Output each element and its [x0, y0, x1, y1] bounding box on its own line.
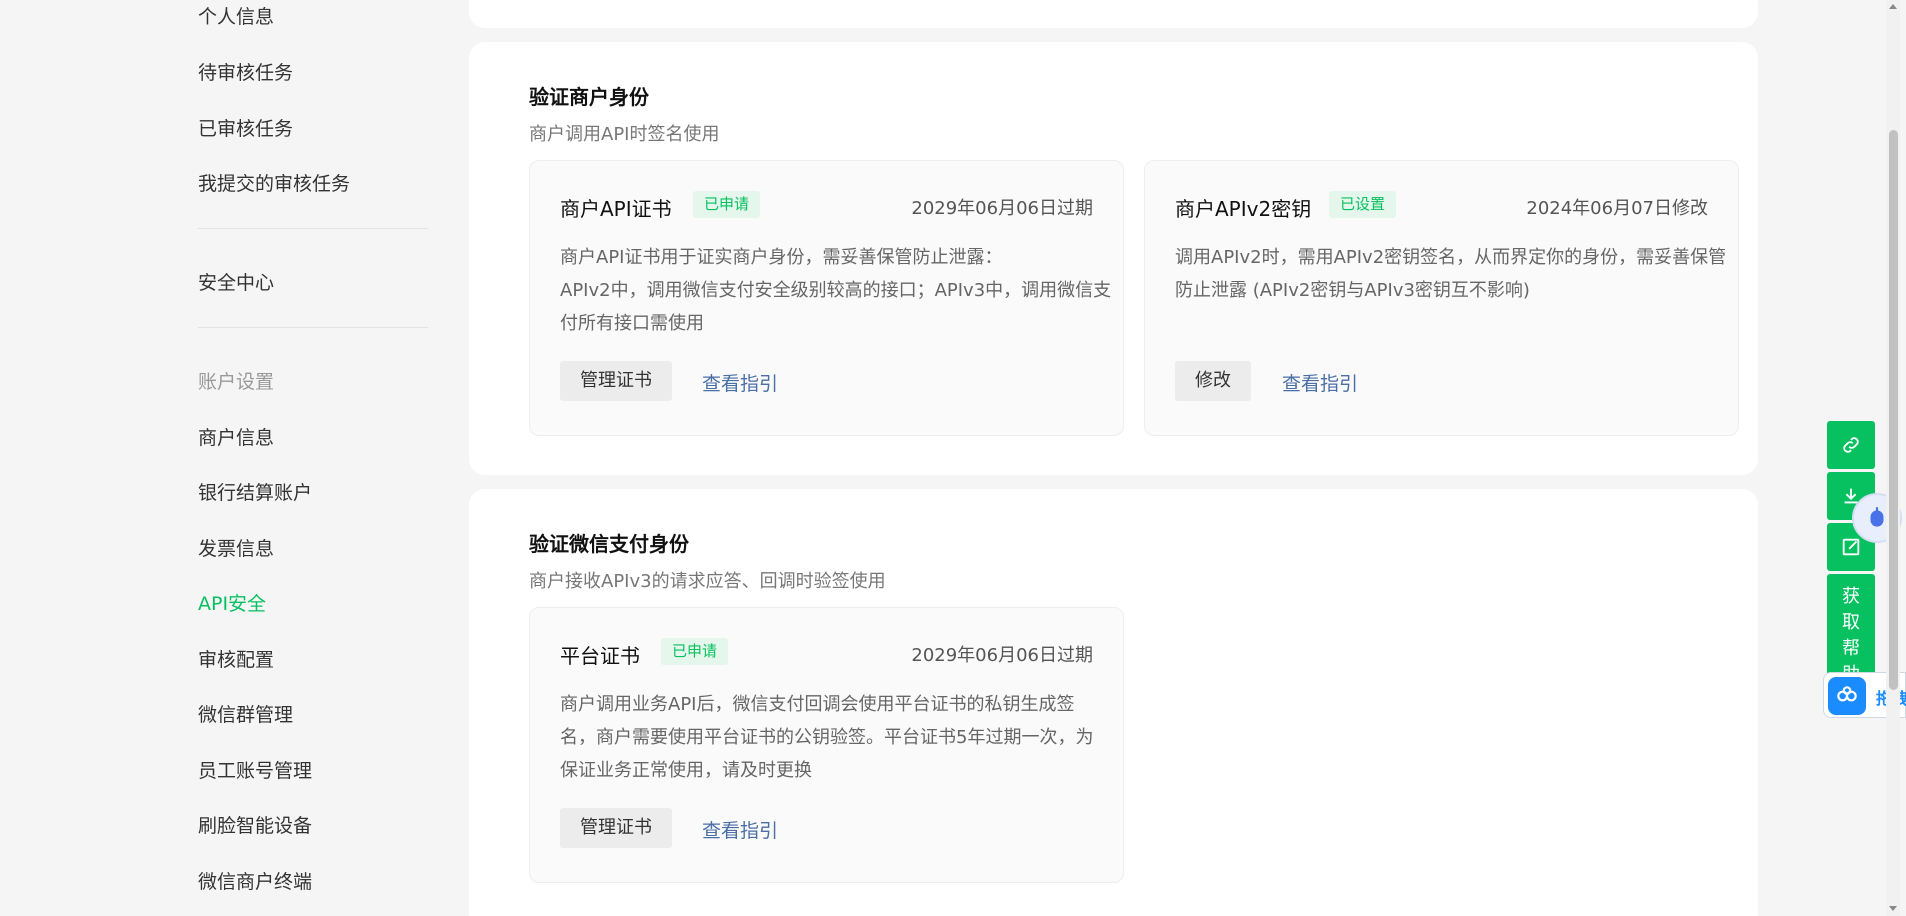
- sidebar-divider: [198, 327, 428, 328]
- sidebar-item-bank-account[interactable]: 银行结算账户: [198, 478, 312, 505]
- view-guide-link[interactable]: 查看指引: [702, 816, 778, 843]
- sidebar-item-merchant-terminal[interactable]: 微信商户终端: [198, 867, 312, 894]
- get-help-label: 获取帮助: [1842, 586, 1860, 679]
- section-subtitle: 商户接收APIv3的请求应答、回调时验签使用: [529, 571, 886, 592]
- desc-line: 商户API证书用于证实商户身份，需妥善保管防止泄露：: [560, 247, 1003, 268]
- merchant-apiv2-key-card: 商户APIv2密钥 已设置 2024年06月07日修改 调用APIv2时，需用A…: [1144, 160, 1739, 436]
- status-badge: 已申请: [661, 638, 729, 665]
- sidebar-item-personal-info[interactable]: 个人信息: [198, 2, 274, 29]
- desc-line: 防止泄露 (APIv2密钥与APIv3密钥互不影响): [1175, 280, 1530, 301]
- status-badge: 已设置: [1329, 191, 1397, 218]
- card-description: 商户API证书用于证实商户身份，需妥善保管防止泄露： APIv2中，调用微信支付…: [560, 241, 1111, 340]
- merchant-api-cert-card: 商户API证书 已申请 2029年06月06日过期 商户API证书用于证实商户身…: [529, 160, 1124, 436]
- status-badge: 已申请: [693, 191, 761, 218]
- sidebar-item-reviewed-tasks[interactable]: 已审核任务: [198, 114, 293, 141]
- scroll-thumb[interactable]: [1889, 130, 1898, 690]
- desc-line: 名，商户需要使用平台证书的公钥验签。平台证书5年过期一次，为: [560, 727, 1094, 748]
- previous-panel: [469, 0, 1758, 28]
- sidebar-item-api-security[interactable]: API安全: [198, 589, 266, 616]
- modify-key-button[interactable]: 修改: [1175, 361, 1251, 401]
- expiry-date: 2029年06月06日过期: [911, 645, 1093, 666]
- sidebar-item-security-center[interactable]: 安全中心: [198, 268, 274, 295]
- sidebar-item-merchant-info[interactable]: 商户信息: [198, 423, 274, 450]
- card-description: 调用APIv2时，需用APIv2密钥签名，从而界定你的身份，需妥善保管 防止泄露…: [1175, 241, 1726, 307]
- card-description: 商户调用业务API后，微信支付回调会使用平台证书的私钥生成签 名，商户需要使用平…: [560, 688, 1093, 787]
- platform-cert-card: 平台证书 已申请 2029年06月06日过期 商户调用业务API后，微信支付回调…: [529, 607, 1124, 883]
- view-guide-link[interactable]: 查看指引: [1282, 369, 1358, 396]
- desc-line: 调用APIv2时，需用APIv2密钥签名，从而界定你的身份，需妥善保管: [1175, 247, 1727, 268]
- merchant-identity-section: 验证商户身份 商户调用API时签名使用 商户API证书 已申请 2029年06月…: [469, 42, 1758, 475]
- wechat-identity-section: 验证微信支付身份 商户接收APIv3的请求应答、回调时验签使用 平台证书 已申请…: [469, 489, 1758, 916]
- card-title: 平台证书: [560, 644, 640, 668]
- section-title: 验证微信支付身份: [529, 532, 689, 556]
- sidebar-item-wechat-group[interactable]: 微信群管理: [198, 700, 293, 727]
- sidebar: 个人信息 待审核任务 已审核任务 我提交的审核任务 安全中心 账户设置 商户信息…: [0, 0, 470, 916]
- sidebar-divider: [198, 228, 428, 229]
- modified-date: 2024年06月07日修改: [1526, 198, 1708, 219]
- sidebar-item-review-config[interactable]: 审核配置: [198, 645, 274, 672]
- sidebar-group-account-settings: 账户设置: [198, 371, 275, 393]
- sidebar-item-invoice-info[interactable]: 发票信息: [198, 534, 274, 561]
- manage-cert-button[interactable]: 管理证书: [560, 361, 672, 401]
- link-icon[interactable]: [1827, 421, 1875, 469]
- expiry-date: 2029年06月06日过期: [911, 198, 1093, 219]
- sidebar-item-staff-accounts[interactable]: 员工账号管理: [198, 756, 312, 783]
- manage-cert-button[interactable]: 管理证书: [560, 808, 672, 848]
- baidu-paw-icon: [1828, 677, 1866, 715]
- desc-line: 保证业务正常使用，请及时更换: [560, 760, 812, 781]
- sidebar-item-pending-tasks[interactable]: 待审核任务: [198, 58, 293, 85]
- section-subtitle: 商户调用API时签名使用: [529, 124, 720, 145]
- card-title: 商户APIv2密钥: [1175, 197, 1312, 221]
- desc-line: 商户调用业务API后，微信支付回调会使用平台证书的私钥生成签: [560, 694, 1075, 715]
- scroll-down-arrow-icon[interactable]: [1889, 906, 1897, 911]
- card-title: 商户API证书: [560, 197, 672, 221]
- sidebar-item-face-devices[interactable]: 刷脸智能设备: [198, 811, 312, 838]
- floating-toolbar: 获取帮助: [1827, 421, 1875, 679]
- section-title: 验证商户身份: [529, 85, 649, 109]
- desc-line: 付所有接口需使用: [560, 313, 704, 334]
- view-guide-link[interactable]: 查看指引: [702, 369, 778, 396]
- scroll-up-arrow-icon[interactable]: [1889, 4, 1897, 9]
- desc-line: APIv2中，调用微信支付安全级别较高的接口；APIv3中，调用微信支: [560, 280, 1112, 301]
- get-help-button[interactable]: 获取帮助: [1827, 574, 1875, 679]
- scrollbar[interactable]: [1886, 0, 1900, 916]
- sidebar-item-my-submitted-tasks[interactable]: 我提交的审核任务: [198, 169, 350, 196]
